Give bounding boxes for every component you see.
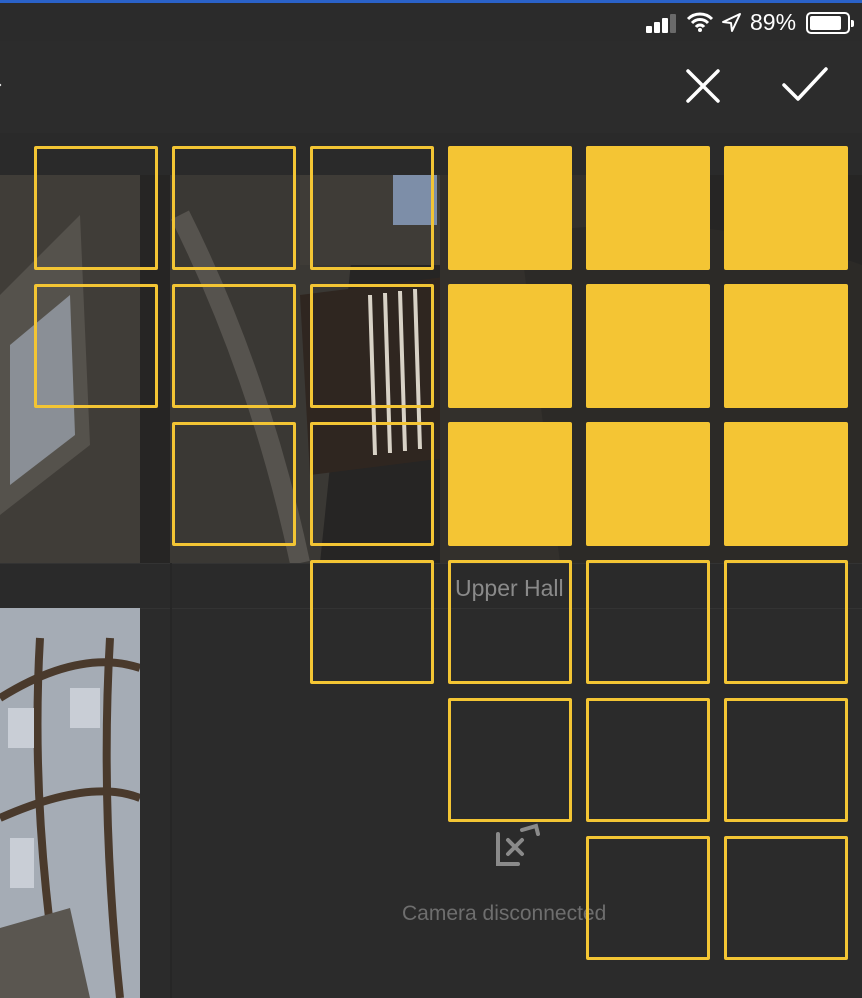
location-arrow-icon bbox=[722, 13, 741, 32]
zone-cell-r2-c2[interactable] bbox=[172, 284, 296, 408]
tile-divider bbox=[170, 563, 172, 998]
zone-cell-r1-c5[interactable] bbox=[586, 146, 710, 270]
zone-cell-r5-c5[interactable] bbox=[586, 698, 710, 822]
zone-cell-r4-c3[interactable] bbox=[310, 560, 434, 684]
camera-disconnected-icon bbox=[496, 823, 540, 866]
status-bar: 89% bbox=[0, 3, 862, 41]
zone-cell-r1-c1[interactable] bbox=[34, 146, 158, 270]
zone-cell-r1-c6[interactable] bbox=[724, 146, 848, 270]
zone-cell-r3-c2[interactable] bbox=[172, 422, 296, 546]
signal-icon bbox=[646, 13, 678, 33]
battery-icon bbox=[806, 12, 854, 34]
editor-toolbar bbox=[0, 41, 862, 134]
zone-cell-r6-c5[interactable] bbox=[586, 836, 710, 960]
zone-cell-r3-c5[interactable] bbox=[586, 422, 710, 546]
zone-cell-r3-c4[interactable] bbox=[448, 422, 572, 546]
left-camera-feed[interactable] bbox=[0, 608, 140, 998]
zone-cell-r2-c1[interactable] bbox=[34, 284, 158, 408]
zone-cell-r2-c3[interactable] bbox=[310, 284, 434, 408]
zone-cell-r3-c6[interactable] bbox=[724, 422, 848, 546]
zone-cell-r4-c4[interactable] bbox=[448, 560, 572, 684]
zone-cell-r5-c6[interactable] bbox=[724, 698, 848, 822]
wifi-icon bbox=[686, 12, 714, 32]
zone-cell-r3-c3[interactable] bbox=[310, 422, 434, 546]
zone-cell-r2-c5[interactable] bbox=[586, 284, 710, 408]
close-button[interactable] bbox=[680, 63, 726, 109]
zone-cell-r4-c5[interactable] bbox=[586, 560, 710, 684]
zone-cell-r6-c6[interactable] bbox=[724, 836, 848, 960]
confirm-button[interactable] bbox=[778, 61, 832, 107]
zone-cell-r4-c6[interactable] bbox=[724, 560, 848, 684]
back-arrow-icon[interactable] bbox=[0, 73, 4, 103]
zone-cell-r1-c3[interactable] bbox=[310, 146, 434, 270]
camera-disconnected-text: Camera disconnected bbox=[402, 902, 607, 925]
zone-cell-r1-c4[interactable] bbox=[448, 146, 572, 270]
battery-percent: 89% bbox=[750, 9, 797, 35]
zone-cell-r2-c6[interactable] bbox=[724, 284, 848, 408]
zone-cell-r2-c4[interactable] bbox=[448, 284, 572, 408]
zone-cell-r5-c4[interactable] bbox=[448, 698, 572, 822]
zone-cell-r1-c2[interactable] bbox=[172, 146, 296, 270]
